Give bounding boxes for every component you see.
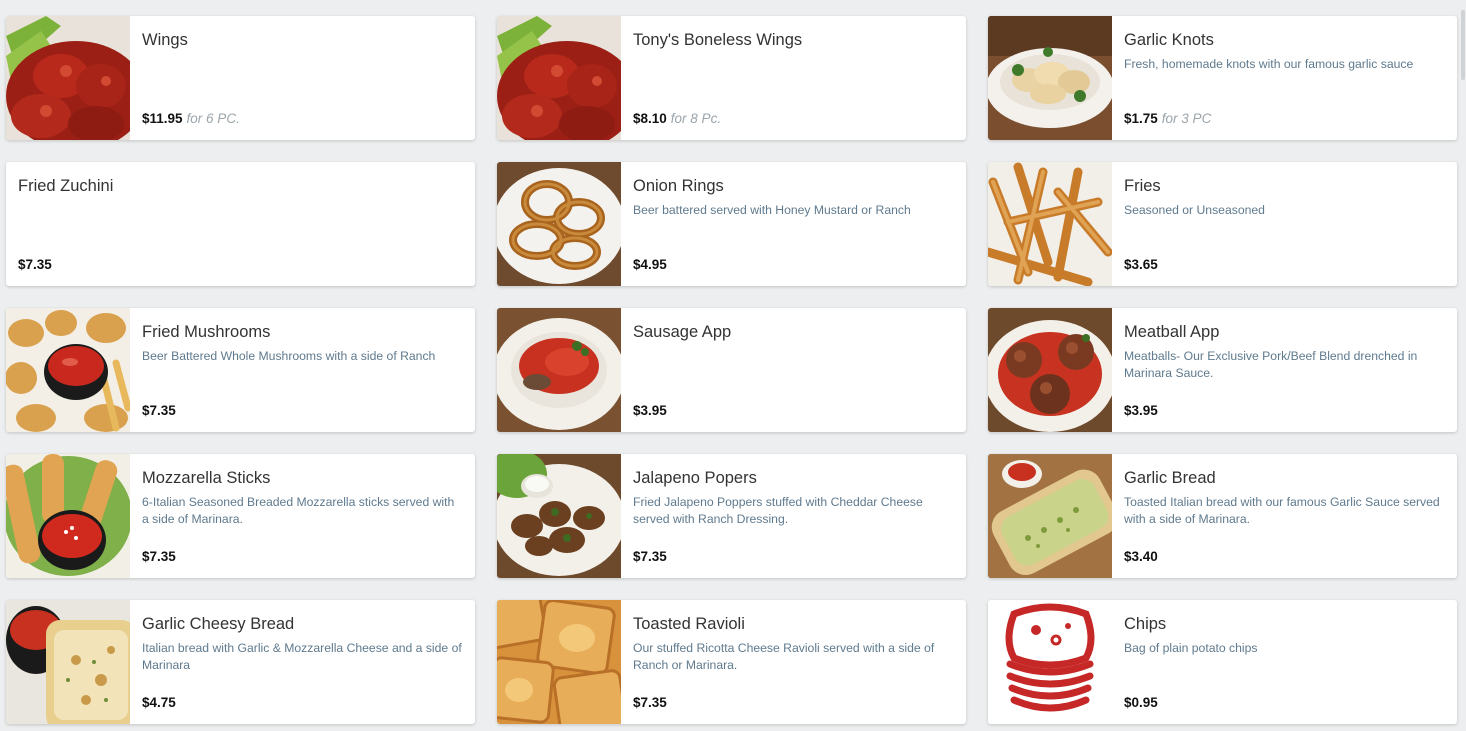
item-price-row: $3.95 — [633, 403, 671, 418]
wings-image — [6, 16, 130, 140]
toasted-ravioli-image — [497, 600, 621, 724]
item-name: Garlic Cheesy Bread — [142, 615, 295, 633]
item-name: Jalapeno Popers — [633, 469, 757, 487]
menu-item-card[interactable]: Sausage App $3.95 — [497, 308, 966, 432]
item-price: $4.75 — [142, 695, 176, 710]
item-price: $11.95 — [142, 111, 183, 126]
item-quantity: for 8 Pc. — [670, 111, 722, 126]
scrollbar[interactable] — [1460, 0, 1466, 731]
item-name: Sausage App — [633, 323, 732, 341]
menu-item-card[interactable]: Fried Mushrooms Beer Battered Whole Mush… — [6, 308, 475, 432]
item-price-row: $7.35 — [142, 549, 180, 564]
item-price: $3.65 — [1124, 257, 1158, 272]
item-description: Beer battered served with Honey Mustard … — [633, 203, 911, 217]
item-name: Wings — [142, 31, 188, 49]
item-price: $7.35 — [633, 549, 667, 564]
onion-rings-image — [497, 162, 621, 286]
item-price-row: $3.65 — [1124, 257, 1162, 272]
item-price: $0.95 — [1124, 695, 1158, 710]
item-name: Fries — [1124, 177, 1161, 195]
item-description: Seasoned or Unseasoned — [1124, 203, 1265, 217]
fried-mushrooms-image — [6, 308, 130, 432]
menu-item-card[interactable]: Toasted Ravioli Our stuffed Ricotta Chee… — [497, 600, 966, 724]
meatball-app-image — [988, 308, 1112, 432]
item-price: $3.95 — [1124, 403, 1158, 418]
item-price-row: $4.95 — [633, 257, 671, 272]
item-price-row: $7.35 — [633, 549, 671, 564]
item-description: Italian bread with Garlic & Mozzarella C… — [142, 641, 462, 672]
item-price: $8.10 — [633, 111, 667, 126]
item-description: Beer Battered Whole Mushrooms with a sid… — [142, 349, 436, 363]
item-price: $7.35 — [142, 403, 176, 418]
menu-item-card[interactable]: Wings $11.95 for 6 PC. — [6, 16, 475, 140]
item-name: Meatball App — [1124, 323, 1220, 341]
scrollbar-thumb[interactable] — [1461, 10, 1465, 80]
garlic-bread-image — [988, 454, 1112, 578]
item-price-row: $8.10 for 8 Pc. — [633, 111, 721, 126]
item-description: 6-Italian Seasoned Breaded Mozzarella st… — [142, 495, 455, 526]
sausage-app-image — [497, 308, 621, 432]
item-name: Tony's Boneless Wings — [633, 31, 803, 49]
item-price-row: $3.95 — [1124, 403, 1162, 418]
menu-item-card[interactable]: Jalapeno Popers Fried Jalapeno Poppers s… — [497, 454, 966, 578]
item-name: Fried Mushrooms — [142, 323, 271, 341]
item-description: Fried Jalapeno Poppers stuffed with Ched… — [633, 495, 923, 526]
fries-image — [988, 162, 1112, 286]
garlic-cheesy-bread-image — [6, 600, 130, 724]
item-price-row: $3.40 — [1124, 549, 1162, 564]
item-quantity: for 3 PC — [1161, 111, 1212, 126]
wings-image — [497, 16, 621, 140]
chips-icon — [988, 600, 1112, 724]
item-price-row: $7.35 — [18, 257, 56, 272]
item-price: $3.40 — [1124, 549, 1158, 564]
menu-grid: Wings $11.95 for 6 PC. Tony's Boneless W… — [6, 16, 1457, 724]
item-description: Meatballs- Our Exclusive Pork/Beef Blend… — [1124, 349, 1418, 380]
menu-item-card[interactable]: Chips Bag of plain potato chips $0.95 — [988, 600, 1457, 724]
menu-item-card[interactable]: Tony's Boneless Wings $8.10 for 8 Pc. — [497, 16, 966, 140]
item-name: Toasted Ravioli — [633, 615, 745, 633]
jalapeno-poppers-image — [497, 454, 621, 578]
item-price: $7.35 — [633, 695, 667, 710]
item-description: Toasted Italian bread with our famous Ga… — [1124, 495, 1440, 526]
menu-item-card[interactable]: Meatball App Meatballs- Our Exclusive Po… — [988, 308, 1457, 432]
item-name: Onion Rings — [633, 177, 724, 195]
item-description: Our stuffed Ricotta Cheese Ravioli serve… — [633, 641, 935, 672]
menu-item-card[interactable]: Garlic Bread Toasted Italian bread with … — [988, 454, 1457, 578]
item-price: $7.35 — [18, 257, 52, 272]
menu-item-card[interactable]: Fried Zuchini $7.35 — [6, 162, 475, 286]
item-price: $7.35 — [142, 549, 176, 564]
item-name: Garlic Knots — [1124, 31, 1214, 49]
item-description: Fresh, homemade knots with our famous ga… — [1124, 57, 1414, 71]
item-price-row: $4.75 — [142, 695, 180, 710]
item-name: Garlic Bread — [1124, 469, 1216, 487]
item-price: $3.95 — [633, 403, 667, 418]
item-name: Mozzarella Sticks — [142, 469, 271, 487]
item-price: $1.75 — [1124, 111, 1158, 126]
menu-item-card[interactable]: Garlic Knots Fresh, homemade knots with … — [988, 16, 1457, 140]
item-quantity: for 6 PC. — [186, 111, 240, 126]
garlic-knots-image — [988, 16, 1112, 140]
menu-item-card[interactable]: Onion Rings Beer battered served with Ho… — [497, 162, 966, 286]
item-price: $4.95 — [633, 257, 667, 272]
item-price-row: $0.95 — [1124, 695, 1162, 710]
item-description: Bag of plain potato chips — [1124, 641, 1258, 655]
menu-item-card[interactable]: Fries Seasoned or Unseasoned $3.65 — [988, 162, 1457, 286]
item-price-row: $11.95 for 6 PC. — [142, 111, 240, 126]
mozzarella-sticks-image — [6, 454, 130, 578]
menu-item-card[interactable]: Garlic Cheesy Bread Italian bread with G… — [6, 600, 475, 724]
item-price-row: $1.75 for 3 PC — [1124, 111, 1211, 126]
menu-item-card[interactable]: Mozzarella Sticks 6-Italian Seasoned Bre… — [6, 454, 475, 578]
item-name: Fried Zuchini — [18, 177, 114, 195]
item-price-row: $7.35 — [633, 695, 671, 710]
item-price-row: $7.35 — [142, 403, 180, 418]
item-name: Chips — [1124, 615, 1167, 633]
